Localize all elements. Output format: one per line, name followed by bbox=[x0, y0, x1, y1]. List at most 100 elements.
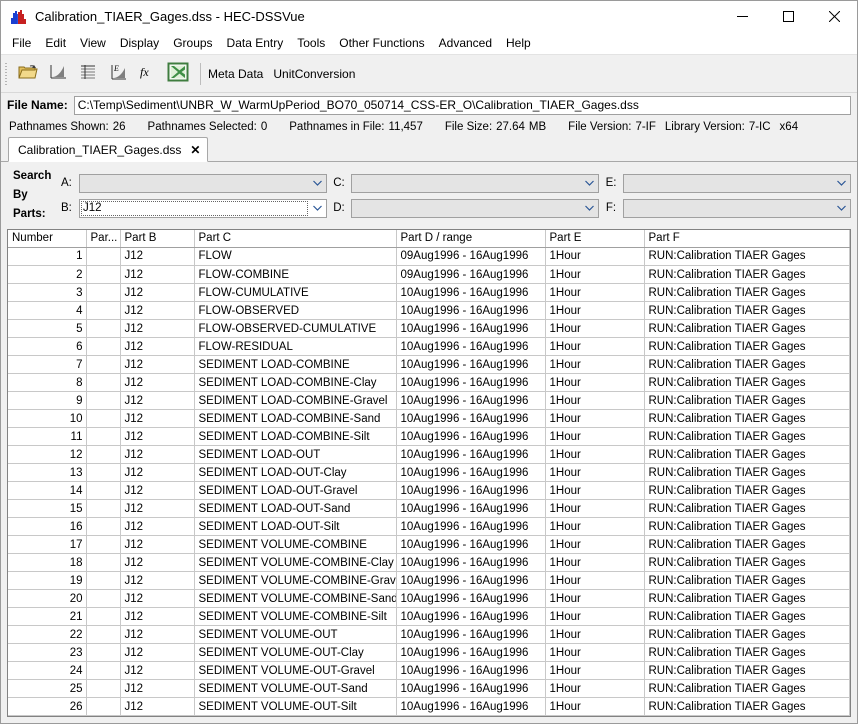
cell-part_c: SEDIMENT VOLUME-COMBINE-Silt bbox=[194, 608, 396, 626]
tab-close-icon[interactable]: ✕ bbox=[190, 145, 200, 155]
table-body-scroll-area[interactable]: 1J12FLOW09Aug1996 - 16Aug19961HourRUN:Ca… bbox=[8, 248, 850, 717]
table-row[interactable]: 3J12FLOW-CUMULATIVE10Aug1996 - 16Aug1996… bbox=[8, 284, 850, 302]
chevron-down-icon[interactable] bbox=[581, 200, 598, 217]
table-row[interactable]: 5J12FLOW-OBSERVED-CUMULATIVE10Aug1996 - … bbox=[8, 320, 850, 338]
minimize-button[interactable] bbox=[719, 1, 765, 32]
table-icon bbox=[78, 63, 98, 84]
part-d-label: D: bbox=[327, 202, 351, 214]
part-a-combo[interactable] bbox=[79, 174, 327, 193]
cell-number: 12 bbox=[8, 446, 86, 464]
table-row[interactable]: 12J12SEDIMENT LOAD-OUT10Aug1996 - 16Aug1… bbox=[8, 446, 850, 464]
cell-part_f: RUN:Calibration TIAER Gages bbox=[644, 590, 850, 608]
part-f-combo[interactable] bbox=[623, 199, 851, 218]
cell-part_f: RUN:Calibration TIAER Gages bbox=[644, 266, 850, 284]
cell-part_f: RUN:Calibration TIAER Gages bbox=[644, 284, 850, 302]
column-header-part-b[interactable]: Part B bbox=[120, 230, 194, 247]
svg-text:fx: fx bbox=[140, 65, 149, 79]
pathname-table[interactable]: Number Par... Part B Part C Part D / ran… bbox=[7, 229, 851, 717]
cell-number: 13 bbox=[8, 464, 86, 482]
table-row[interactable]: 10J12SEDIMENT LOAD-COMBINE-Sand10Aug1996… bbox=[8, 410, 850, 428]
cell-number: 19 bbox=[8, 572, 86, 590]
chevron-down-icon[interactable] bbox=[309, 200, 326, 217]
close-button[interactable] bbox=[811, 1, 857, 32]
column-header-part-a[interactable]: Par... bbox=[86, 230, 120, 247]
excel-icon bbox=[167, 62, 189, 85]
toolbar-separator bbox=[200, 63, 201, 85]
table-row[interactable]: 2J12FLOW-COMBINE09Aug1996 - 16Aug19961Ho… bbox=[8, 266, 850, 284]
maximize-button[interactable] bbox=[765, 1, 811, 32]
column-header-part-d[interactable]: Part D / range bbox=[396, 230, 545, 247]
histogram-icon bbox=[9, 8, 27, 26]
menu-edit[interactable]: Edit bbox=[38, 34, 73, 53]
menu-tools[interactable]: Tools bbox=[290, 34, 332, 53]
tab-calibration-tiaer-gages[interactable]: Calibration_TIAER_Gages.dss ✕ bbox=[8, 137, 208, 162]
part-c-combo[interactable] bbox=[351, 174, 599, 193]
table-row[interactable]: 24J12SEDIMENT VOLUME-OUT-Gravel10Aug1996… bbox=[8, 662, 850, 680]
table-button[interactable] bbox=[74, 60, 102, 88]
table-row[interactable]: 23J12SEDIMENT VOLUME-OUT-Clay10Aug1996 -… bbox=[8, 644, 850, 662]
chevron-down-icon[interactable] bbox=[833, 175, 850, 192]
table-row[interactable]: 16J12SEDIMENT LOAD-OUT-Silt10Aug1996 - 1… bbox=[8, 518, 850, 536]
menu-groups[interactable]: Groups bbox=[166, 34, 219, 53]
table-row[interactable]: 20J12SEDIMENT VOLUME-COMBINE-Sand10Aug19… bbox=[8, 590, 850, 608]
open-file-button[interactable] bbox=[14, 60, 42, 88]
table-row[interactable]: 1J12FLOW09Aug1996 - 16Aug19961HourRUN:Ca… bbox=[8, 248, 850, 266]
table-row[interactable]: 26J12SEDIMENT VOLUME-OUT-Silt10Aug1996 -… bbox=[8, 698, 850, 716]
menu-advanced[interactable]: Advanced bbox=[432, 34, 499, 53]
menu-view[interactable]: View bbox=[73, 34, 113, 53]
table-row[interactable]: 6J12FLOW-RESIDUAL10Aug1996 - 16Aug19961H… bbox=[8, 338, 850, 356]
toolbar-grip[interactable] bbox=[4, 61, 10, 87]
table-row[interactable]: 4J12FLOW-OBSERVED10Aug1996 - 16Aug19961H… bbox=[8, 302, 850, 320]
cell-number: 11 bbox=[8, 428, 86, 446]
file-size-value: 27.64 bbox=[496, 121, 525, 133]
cell-part_f: RUN:Calibration TIAER Gages bbox=[644, 302, 850, 320]
table-row[interactable]: 9J12SEDIMENT LOAD-COMBINE-Gravel10Aug199… bbox=[8, 392, 850, 410]
cell-part_d: 10Aug1996 - 16Aug1996 bbox=[396, 500, 545, 518]
table-row[interactable]: 21J12SEDIMENT VOLUME-COMBINE-Silt10Aug19… bbox=[8, 608, 850, 626]
table-row[interactable]: 14J12SEDIMENT LOAD-OUT-Gravel10Aug1996 -… bbox=[8, 482, 850, 500]
table-row[interactable]: 15J12SEDIMENT LOAD-OUT-Sand10Aug1996 - 1… bbox=[8, 500, 850, 518]
file-path-input[interactable] bbox=[74, 96, 851, 115]
part-e-combo[interactable] bbox=[623, 174, 851, 193]
table-row[interactable]: 17J12SEDIMENT VOLUME-COMBINE10Aug1996 - … bbox=[8, 536, 850, 554]
cell-part_f: RUN:Calibration TIAER Gages bbox=[644, 554, 850, 572]
column-header-part-f[interactable]: Part F bbox=[644, 230, 850, 247]
excel-export-button[interactable] bbox=[164, 60, 192, 88]
file-version-value: 7-IF bbox=[635, 121, 655, 133]
table-row[interactable]: 11J12SEDIMENT LOAD-COMBINE-Silt10Aug1996… bbox=[8, 428, 850, 446]
cell-part_c: SEDIMENT LOAD-OUT bbox=[194, 446, 396, 464]
plot-button[interactable] bbox=[44, 60, 72, 88]
cell-part_f: RUN:Calibration TIAER Gages bbox=[644, 572, 850, 590]
cell-part_c: SEDIMENT VOLUME-OUT-Clay bbox=[194, 644, 396, 662]
column-header-part-c[interactable]: Part C bbox=[194, 230, 396, 247]
chevron-down-icon[interactable] bbox=[833, 200, 850, 217]
table-row[interactable]: 7J12SEDIMENT LOAD-COMBINE10Aug1996 - 16A… bbox=[8, 356, 850, 374]
cell-part_b: J12 bbox=[120, 410, 194, 428]
part-b-combo[interactable]: J12 bbox=[79, 199, 327, 218]
menu-data-entry[interactable]: Data Entry bbox=[220, 34, 291, 53]
search-by-parts-caption: Search By Parts: bbox=[7, 167, 61, 224]
menu-display[interactable]: Display bbox=[113, 34, 166, 53]
pathnames-shown-stat: Pathnames Shown:26 bbox=[9, 121, 126, 133]
table-row[interactable]: 8J12SEDIMENT LOAD-COMBINE-Clay10Aug1996 … bbox=[8, 374, 850, 392]
edit-plot-button[interactable]: E bbox=[104, 60, 132, 88]
math-function-button[interactable]: fx bbox=[134, 60, 162, 88]
chevron-down-icon[interactable] bbox=[581, 175, 598, 192]
unit-conversion-button[interactable]: UnitConversion bbox=[273, 67, 355, 81]
table-row[interactable]: 19J12SEDIMENT VOLUME-COMBINE-Gravel10Aug… bbox=[8, 572, 850, 590]
chevron-down-icon[interactable] bbox=[309, 175, 326, 192]
cell-part_b: J12 bbox=[120, 374, 194, 392]
table-row[interactable]: 13J12SEDIMENT LOAD-OUT-Clay10Aug1996 - 1… bbox=[8, 464, 850, 482]
meta-data-button[interactable]: Meta Data bbox=[208, 67, 263, 81]
column-header-part-e[interactable]: Part E bbox=[545, 230, 644, 247]
column-header-number[interactable]: Number bbox=[8, 230, 86, 247]
cell-part_c: FLOW bbox=[194, 248, 396, 266]
cell-part_c: SEDIMENT LOAD-OUT-Gravel bbox=[194, 482, 396, 500]
table-row[interactable]: 22J12SEDIMENT VOLUME-OUT10Aug1996 - 16Au… bbox=[8, 626, 850, 644]
part-d-combo[interactable] bbox=[351, 199, 599, 218]
menu-help[interactable]: Help bbox=[499, 34, 538, 53]
table-row[interactable]: 25J12SEDIMENT VOLUME-OUT-Sand10Aug1996 -… bbox=[8, 680, 850, 698]
menu-other-functions[interactable]: Other Functions bbox=[332, 34, 431, 53]
menu-file[interactable]: File bbox=[5, 34, 38, 53]
table-row[interactable]: 18J12SEDIMENT VOLUME-COMBINE-Clay10Aug19… bbox=[8, 554, 850, 572]
